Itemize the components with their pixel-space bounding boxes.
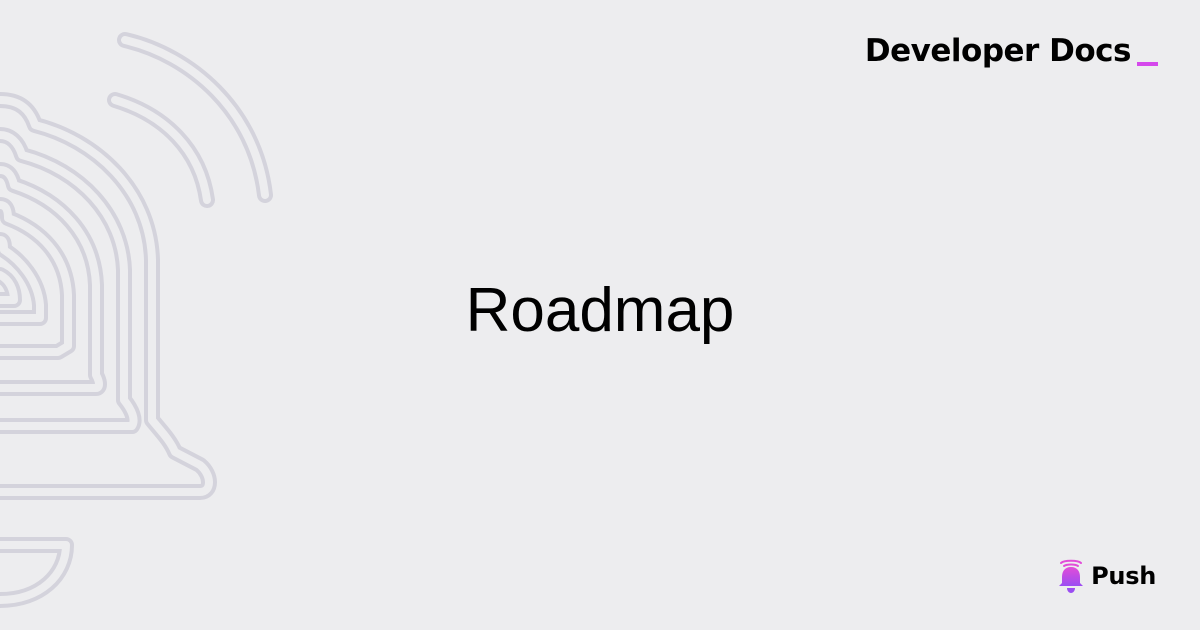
page-title: Roadmap — [465, 276, 735, 345]
push-brand-name: Push — [1091, 562, 1156, 590]
bell-icon — [1059, 559, 1084, 593]
header-title: Developer Docs — [864, 33, 1132, 69]
header-brand: Developer Docs — [865, 36, 1158, 67]
push-logo: Push — [1053, 558, 1156, 594]
cursor-underscore — [1137, 62, 1158, 66]
